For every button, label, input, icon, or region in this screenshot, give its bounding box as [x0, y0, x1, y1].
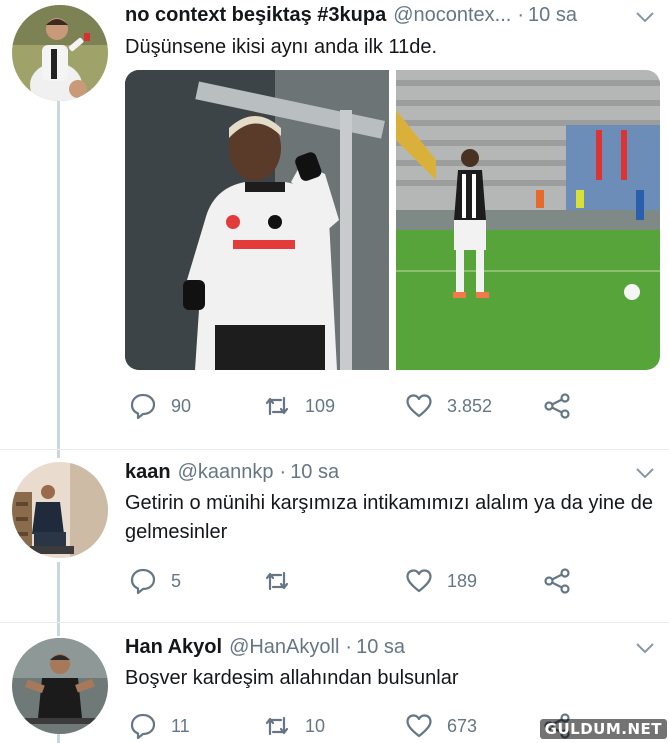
share-icon — [544, 393, 570, 419]
share-icon — [544, 568, 570, 594]
retweet-button[interactable] — [263, 567, 305, 595]
display-name[interactable]: no context beşiktaş #3kupa — [125, 4, 386, 27]
reply-count: 5 — [171, 570, 182, 591]
share-button[interactable] — [543, 567, 585, 595]
like-count: 189 — [447, 570, 478, 591]
tweet-header: no context beşiktaş #3kupa @nocontex... … — [125, 4, 649, 27]
timestamp[interactable]: 10 sa — [290, 461, 339, 484]
reply-count: 11 — [171, 715, 190, 736]
tweet-header: Han Akyol @HanAkyoll · 10 sa — [125, 636, 649, 659]
user-handle[interactable]: @kaannkp — [178, 461, 274, 484]
retweet-icon — [265, 716, 289, 736]
chevron-down-icon[interactable] — [635, 641, 655, 655]
like-button[interactable]: 673 — [405, 712, 477, 740]
reply-icon — [130, 713, 156, 740]
timestamp[interactable]: 10 sa — [528, 4, 577, 27]
user-avatar[interactable] — [12, 5, 108, 101]
heart-icon — [406, 714, 432, 738]
retweet-icon — [265, 571, 289, 591]
timestamp[interactable]: 10 sa — [356, 636, 405, 659]
tweet-media[interactable] — [125, 70, 660, 370]
retweet-count: 10 — [305, 715, 326, 736]
reply-button[interactable]: 11 — [129, 712, 190, 740]
display-name[interactable]: Han Akyol — [125, 636, 222, 659]
separator-dot: · — [279, 461, 287, 483]
divider — [0, 622, 669, 623]
tweet-text: Düşünsene ikisi aynı anda ilk 11de. — [125, 36, 438, 58]
divider — [0, 449, 669, 450]
retweet-count: 109 — [305, 395, 336, 416]
like-count: 673 — [447, 715, 478, 736]
tweet-actions: 5 189 — [125, 567, 665, 597]
display-name[interactable]: kaan — [125, 461, 171, 484]
tweet-header: kaan @kaannkp · 10 sa — [125, 461, 649, 484]
separator-dot: · — [345, 636, 353, 658]
tweet-actions: 90 109 3.852 — [125, 392, 665, 422]
player-penalty-photo[interactable] — [396, 70, 660, 370]
separator-dot: · — [517, 4, 525, 26]
user-handle[interactable]: @nocontex... — [393, 4, 511, 27]
thread-line — [57, 101, 60, 458]
heart-icon — [406, 394, 432, 418]
player-celebration-photo[interactable] — [125, 70, 389, 370]
chevron-down-icon[interactable] — [635, 10, 655, 24]
reply-icon — [130, 393, 156, 420]
site-watermark: GULDUM.NET — [539, 719, 667, 739]
tweet-text: Boşver kardeşim allahından bulsunlar — [125, 667, 459, 689]
chevron-down-icon[interactable] — [635, 466, 655, 480]
retweet-button[interactable]: 10 — [263, 712, 325, 740]
reply-icon — [130, 568, 156, 595]
share-button[interactable] — [543, 392, 585, 420]
like-button[interactable]: 189 — [405, 567, 477, 595]
user-avatar[interactable] — [12, 638, 108, 734]
retweet-icon — [265, 396, 289, 416]
tweet-text: Getirin o münihi karşımıza intikamımızı … — [125, 492, 653, 543]
retweet-button[interactable]: 109 — [263, 392, 335, 420]
heart-icon — [406, 569, 432, 593]
thread-line — [57, 562, 60, 636]
user-avatar[interactable] — [12, 462, 108, 558]
like-count: 3.852 — [447, 395, 493, 416]
user-handle[interactable]: @HanAkyoll — [229, 636, 339, 659]
like-button[interactable]: 3.852 — [405, 392, 492, 420]
reply-count: 90 — [171, 395, 192, 416]
reply-button[interactable]: 5 — [129, 567, 181, 595]
reply-button[interactable]: 90 — [129, 392, 191, 420]
